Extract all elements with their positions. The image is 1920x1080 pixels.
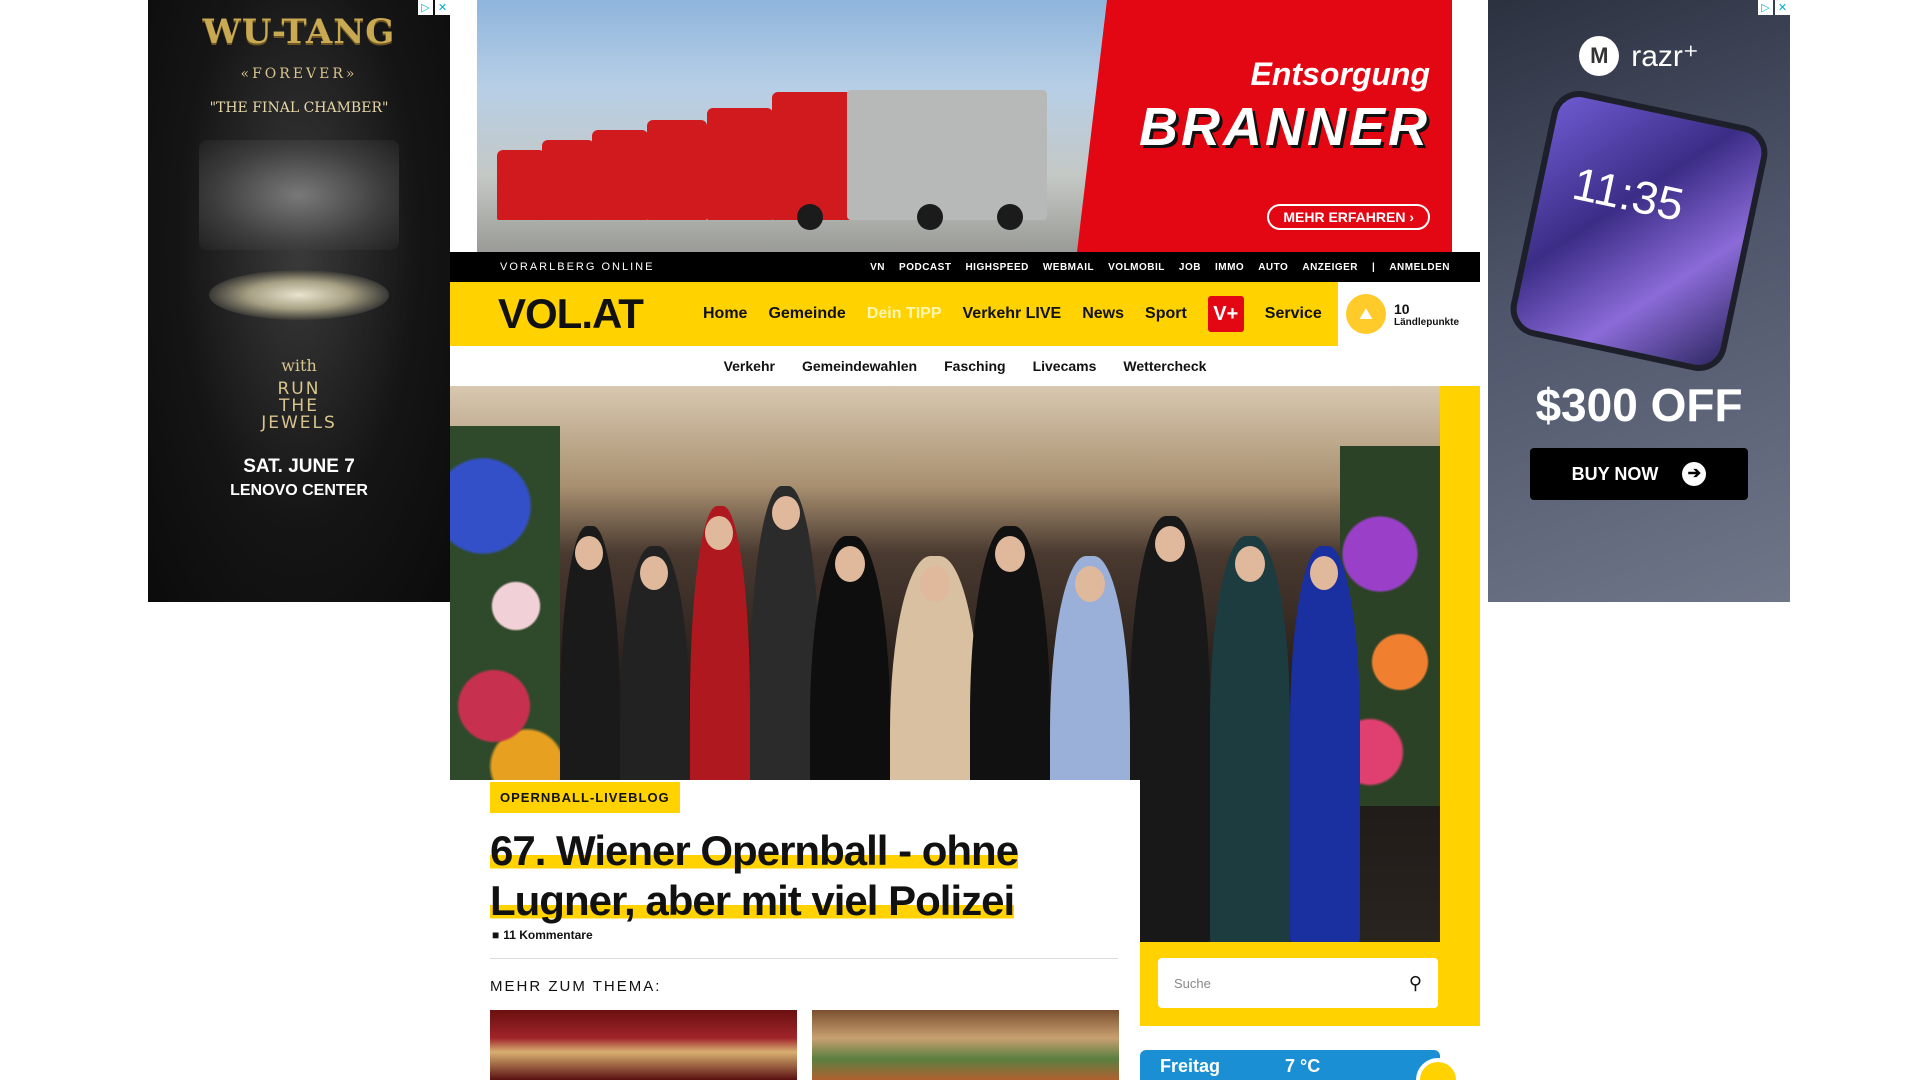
search-input[interactable]: Suche ⚲: [1158, 958, 1438, 1008]
ad-wutang-forever: «FOREVER»: [240, 66, 358, 82]
article-headline-line1: 67. Wiener Opernball - ohne: [490, 827, 1019, 874]
top-link-immo[interactable]: IMMO: [1215, 262, 1244, 273]
article-comments[interactable]: ■ 11 Kommentare: [492, 928, 593, 942]
top-link-highspeed[interactable]: HIGHSPEED: [965, 262, 1028, 273]
laendlepunkte-widget[interactable]: ⛰ 10 Ländlepunkte: [1338, 282, 1480, 346]
ad-razr-phone-time: 11:35: [1568, 156, 1689, 232]
subnav-item-gemeindewahlen[interactable]: Gemeindewahlen: [802, 358, 917, 374]
related-article-thumb-2[interactable]: [812, 1010, 1119, 1080]
sun-icon: [1416, 1058, 1460, 1080]
hero-flowers-left: [450, 426, 560, 826]
comment-icon: ■: [492, 928, 500, 942]
more-topic-label: MEHR ZUM THEMA:: [490, 978, 662, 995]
article-headline[interactable]: 67. Wiener Opernball - ohne Lugner, aber…: [490, 826, 1110, 926]
ad-branner-brand: BRANNER: [1139, 97, 1430, 157]
top-link-auto[interactable]: AUTO: [1258, 262, 1288, 273]
ad-branner-title: Entsorgung: [1250, 56, 1430, 92]
main-nav-items: Home Gemeinde Dein TIPP Verkehr LIVE New…: [703, 296, 1322, 332]
adchoices-icon[interactable]: ▷ ✕: [1758, 0, 1790, 15]
ad-branner[interactable]: Entsorgung BRANNER MEHR ERFAHREN ›: [477, 0, 1452, 252]
nav-item-verkehr-live[interactable]: Verkehr LIVE: [963, 305, 1062, 323]
nav-item-sport[interactable]: Sport: [1145, 305, 1187, 323]
main-nav: VOL.AT Home Gemeinde Dein TIPP Verkehr L…: [450, 282, 1480, 346]
article-divider: [490, 958, 1118, 959]
search-icon[interactable]: ⚲: [1409, 973, 1422, 994]
ad-wutang[interactable]: ▷ ✕ WU-TANG «FOREVER» "THE FINAL CHAMBER"…: [148, 0, 450, 602]
site-logo[interactable]: VOL.AT: [498, 290, 644, 338]
nav-item-news[interactable]: News: [1082, 305, 1124, 323]
article-teaser[interactable]: OPERNBALL-LIVEBLOG 67. Wiener Opernball …: [450, 780, 1140, 1080]
top-link-anzeiger[interactable]: ANZEIGER: [1302, 262, 1358, 273]
top-link-anmelden[interactable]: ANMELDEN: [1389, 262, 1450, 273]
mountain-sun-icon: ⛰: [1346, 294, 1386, 334]
arrow-right-icon: ➔: [1682, 462, 1707, 486]
ad-razr[interactable]: ▷ ✕ M razr⁺ 11:35 $300 OFF BUY NOW ➔: [1488, 0, 1790, 602]
top-link-job[interactable]: JOB: [1179, 262, 1201, 273]
article-comments-count: 11 Kommentare: [503, 928, 593, 942]
article-headline-line2: Lugner, aber mit viel Polizei: [490, 877, 1015, 924]
weather-widget[interactable]: Freitag 7 °C: [1140, 1050, 1460, 1080]
ad-trucks-image: [497, 60, 1077, 230]
ad-wutang-stage-image: [179, 140, 419, 340]
subnav-item-verkehr[interactable]: Verkehr: [724, 358, 775, 374]
ad-razr-buy-button[interactable]: BUY NOW ➔: [1529, 448, 1749, 500]
weather-day: Freitag: [1160, 1056, 1221, 1076]
ad-wutang-guest: RUN THE JEWELS: [261, 379, 337, 433]
subnav-item-livecams[interactable]: Livecams: [1033, 358, 1097, 374]
nav-item-service[interactable]: Service: [1265, 305, 1322, 323]
top-links: VN PODCAST HIGHSPEED WEBMAIL VOLMOBIL JO…: [870, 262, 1450, 273]
subnav-item-fasching[interactable]: Fasching: [944, 358, 1005, 374]
ad-razr-buy-label: BUY NOW: [1571, 463, 1659, 484]
ad-wutang-logo: WU-TANG: [202, 12, 396, 52]
ad-razr-brand-text: razr⁺: [1631, 39, 1699, 73]
ad-branner-cta-button[interactable]: MEHR ERFAHREN ›: [1267, 204, 1430, 230]
ad-wutang-chamber: "THE FINAL CHAMBER": [209, 100, 389, 116]
nav-item-home[interactable]: Home: [703, 305, 747, 323]
nav-item-gemeinde[interactable]: Gemeinde: [768, 305, 845, 323]
sub-nav: Verkehr Gemeindewahlen Fasching Livecams…: [450, 346, 1480, 386]
site-tagline: VORARLBERG ONLINE: [500, 261, 655, 273]
top-link-podcast[interactable]: PODCAST: [899, 262, 951, 273]
points-label: Ländlepunkte: [1394, 316, 1460, 328]
related-article-thumb-1[interactable]: [490, 1010, 797, 1080]
subnav-item-wettercheck[interactable]: Wettercheck: [1123, 358, 1206, 374]
weather-temp: 7 °C: [1285, 1056, 1321, 1076]
adchoices-icon[interactable]: ▷ ✕: [418, 0, 450, 15]
ad-razr-phone-image: 11:35: [1505, 85, 1773, 377]
ad-razr-brand: M razr⁺: [1488, 36, 1790, 76]
nav-item-dein-tipp[interactable]: Dein TIPP: [867, 305, 942, 323]
article-tag[interactable]: OPERNBALL-LIVEBLOG: [490, 782, 680, 813]
points-value: 10: [1394, 300, 1410, 317]
top-bar: VORARLBERG ONLINE VN PODCAST HIGHSPEED W…: [450, 252, 1480, 282]
top-link-webmail[interactable]: WEBMAIL: [1043, 262, 1094, 273]
ad-razr-offer: $300 OFF: [1535, 379, 1743, 431]
ad-wutang-venue: LENOVO CENTER: [230, 482, 368, 499]
ad-wutang-date: SAT. JUNE 7: [243, 456, 355, 477]
top-link-vn[interactable]: VN: [870, 262, 885, 273]
top-link-volmobil[interactable]: VOLMOBIL: [1108, 262, 1165, 273]
motorola-logo-icon: M: [1579, 36, 1620, 76]
top-link-separator: |: [1372, 261, 1376, 273]
ad-wutang-with: with: [281, 356, 317, 375]
vplus-button[interactable]: V+: [1207, 296, 1244, 332]
search-placeholder: Suche: [1174, 975, 1211, 991]
